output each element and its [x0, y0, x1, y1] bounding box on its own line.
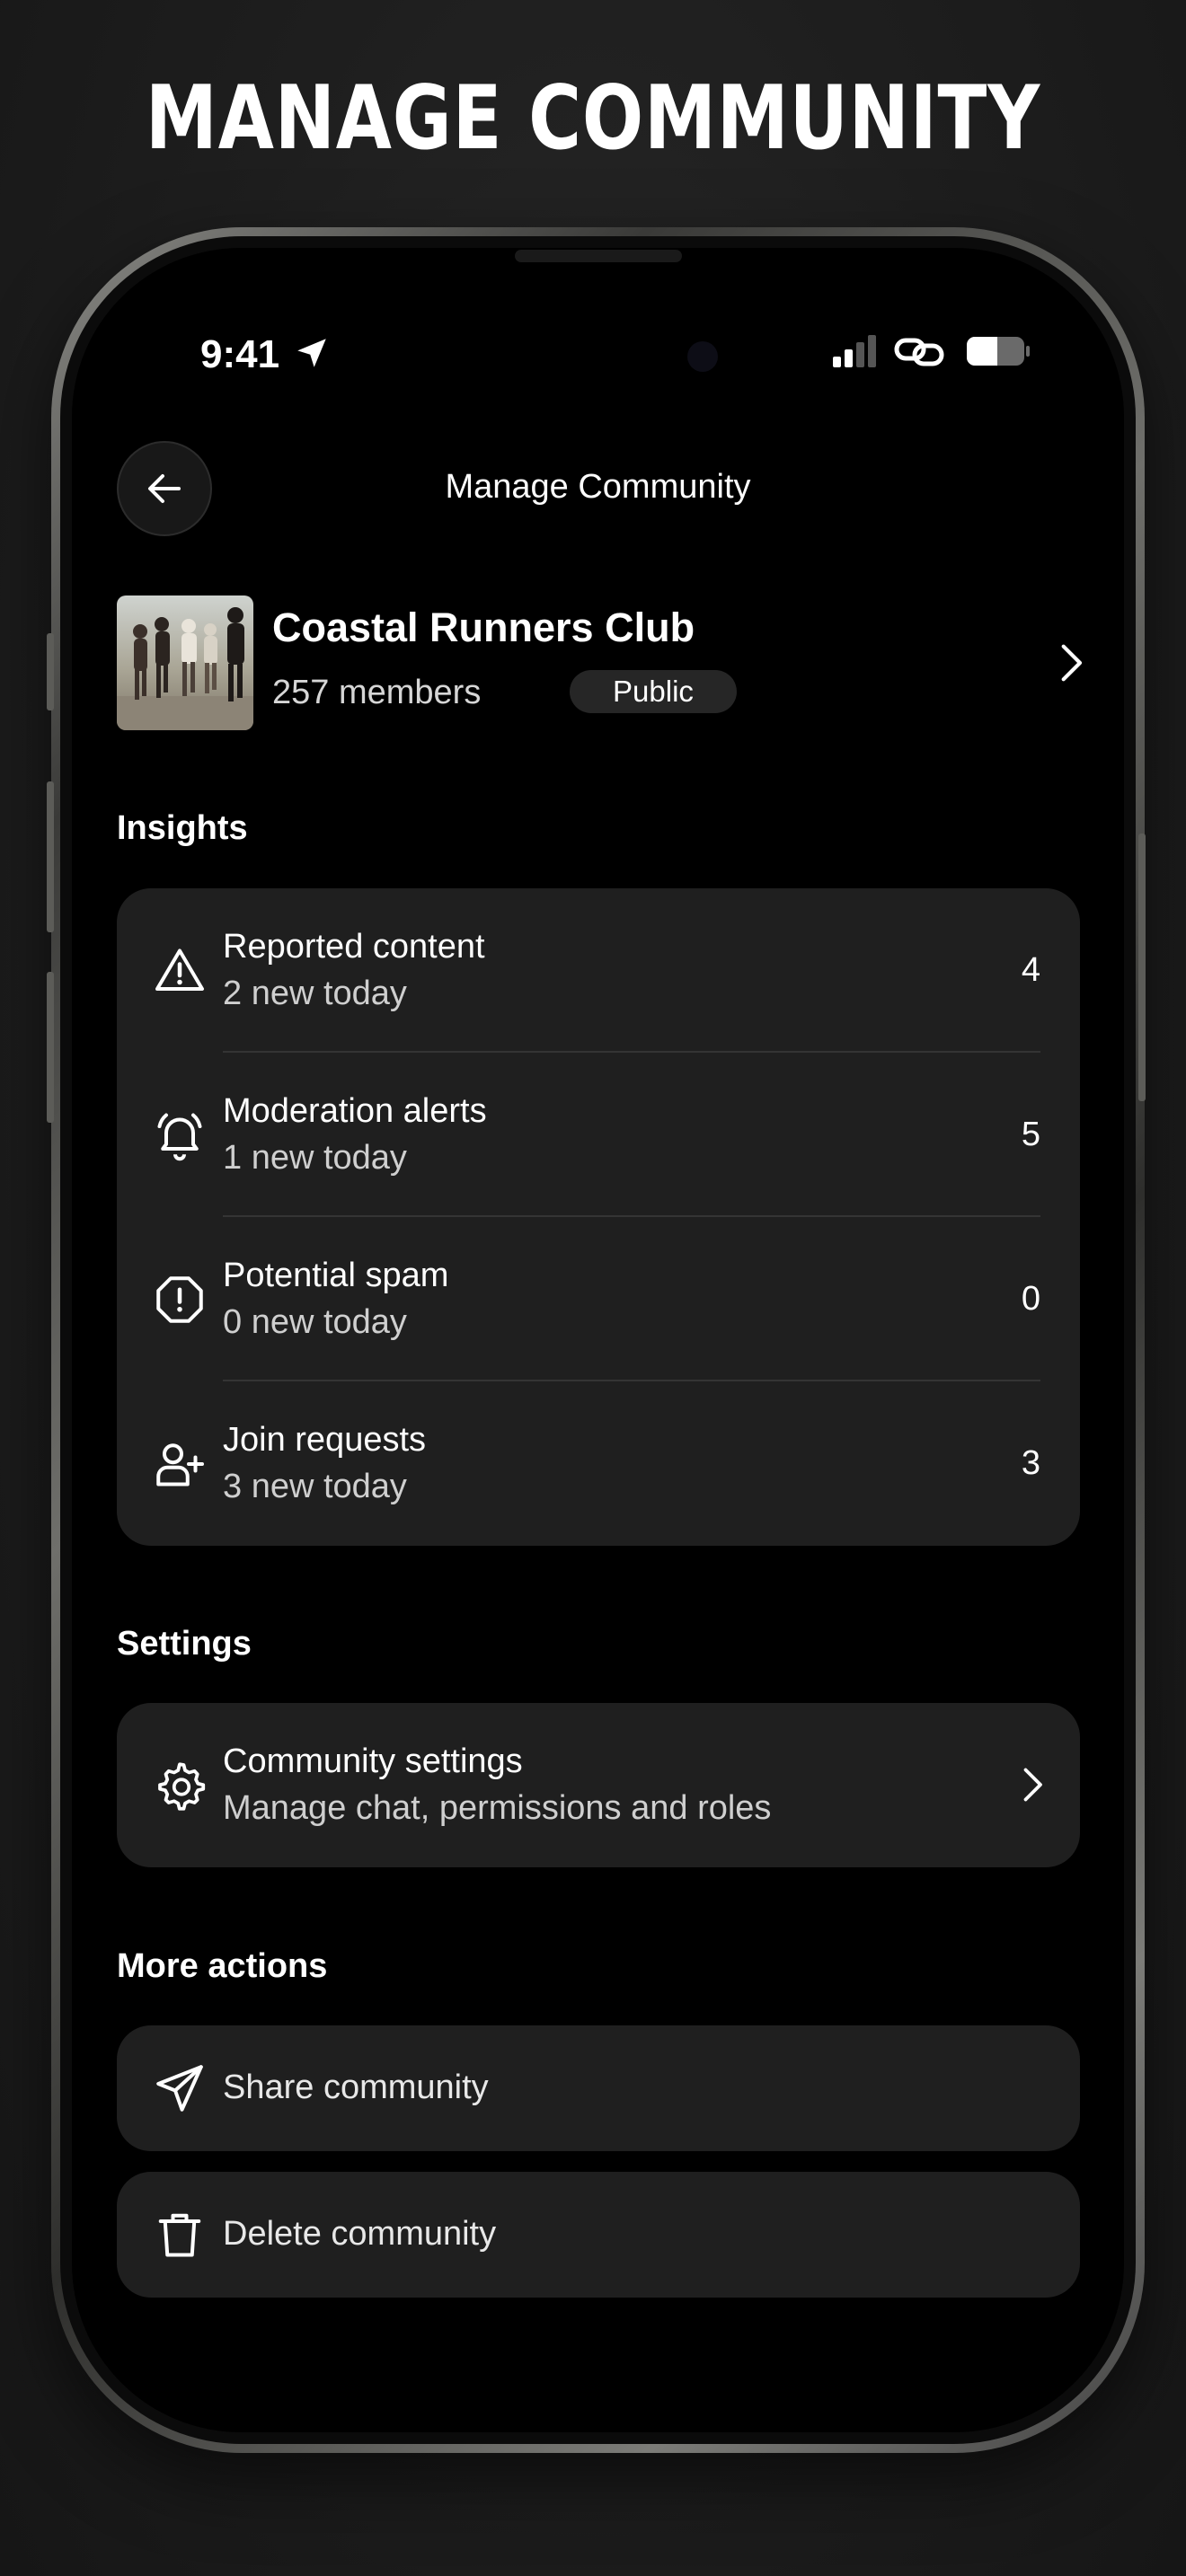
trash-icon [158, 2213, 201, 2257]
insight-count: 5 [1021, 1116, 1040, 1153]
insight-sublabel: 0 new today [223, 1303, 407, 1341]
delete-community-label: Delete community [223, 2215, 497, 2253]
phone-screen: 9:41 Manage Community Coastal Runners Cl… [72, 248, 1124, 2432]
insight-sublabel: 1 new today [223, 1139, 407, 1177]
settings-title: Settings [117, 1625, 252, 1663]
chevron-right-icon [1023, 1768, 1042, 1802]
location-arrow-icon [297, 339, 326, 367]
power-button [1138, 834, 1146, 1101]
share-community-button[interactable]: Share community [117, 2025, 1080, 2151]
insight-label: Reported content [223, 928, 485, 966]
earpiece [515, 250, 682, 262]
more-actions-title: More actions [117, 1947, 328, 1985]
insight-row-potential-spam[interactable]: Potential spam 0 new today 0 [117, 1217, 1080, 1381]
battery-icon [967, 337, 1030, 366]
settings-label: Community settings [223, 1742, 523, 1780]
settings-sublabel: Manage chat, permissions and roles [223, 1789, 772, 1827]
user-plus-icon [156, 1443, 204, 1486]
signal-icon [833, 335, 876, 367]
headline: MANAGE COMMUNITY [145, 67, 1041, 170]
community-settings-row[interactable]: Community settings Manage chat, permissi… [117, 1703, 1080, 1867]
insight-count: 0 [1021, 1280, 1040, 1318]
warning-triangle-icon [155, 948, 204, 991]
insight-count: 4 [1021, 951, 1040, 989]
community-name: Coastal Runners Club [272, 604, 695, 650]
alert-octagon-icon [156, 1276, 203, 1323]
volume-down-button [47, 972, 54, 1123]
insight-row-reported-content[interactable]: Reported content 2 new today 4 [117, 888, 1080, 1053]
action-button [47, 633, 54, 710]
front-camera [687, 341, 718, 372]
community-header[interactable]: Coastal Runners Club 257 members Public [117, 595, 1083, 730]
insight-label: Join requests [223, 1421, 427, 1459]
member-count: 257 members [272, 674, 482, 711]
share-community-label: Share community [223, 2069, 489, 2106]
insight-count: 3 [1021, 1444, 1040, 1482]
insight-label: Moderation alerts [223, 1092, 487, 1130]
insights-title: Insights [117, 809, 248, 847]
gear-icon [158, 1762, 206, 1811]
status-time: 9:41 [200, 332, 280, 376]
insights-card: Reported content 2 new today 4 Moderatio… [117, 888, 1080, 1546]
bell-icon [157, 1113, 202, 1161]
settings-card: Community settings Manage chat, permissi… [117, 1703, 1080, 1867]
delete-community-button[interactable]: Delete community [117, 2172, 1080, 2298]
insight-row-join-requests[interactable]: Join requests 3 new today 3 [117, 1381, 1080, 1546]
community-thumbnail [117, 595, 253, 730]
link-icon [894, 338, 944, 366]
chevron-right-icon [1061, 644, 1083, 682]
insight-row-moderation-alerts[interactable]: Moderation alerts 1 new today 5 [117, 1053, 1080, 1217]
send-icon [156, 2065, 203, 2112]
showcase-stage: MANAGE COMMUNITY 9:41 Manage Community C… [0, 0, 1186, 2576]
volume-up-button [47, 781, 54, 932]
insight-sublabel: 3 new today [223, 1468, 407, 1505]
insight-sublabel: 2 new today [223, 975, 407, 1012]
page-title: Manage Community [445, 468, 751, 506]
visibility-badge: Public [570, 670, 737, 713]
insight-label: Potential spam [223, 1257, 449, 1294]
